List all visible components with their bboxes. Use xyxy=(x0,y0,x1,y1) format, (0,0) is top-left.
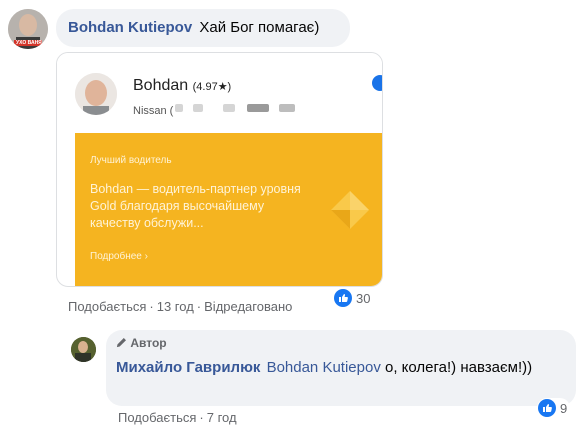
reaction-count: 9 xyxy=(560,400,568,416)
blue-badge-icon xyxy=(372,75,382,91)
reply-author[interactable]: Михайло Гаврилюк xyxy=(116,359,260,376)
person-portrait-icon xyxy=(71,337,96,362)
blurred-plate xyxy=(279,104,295,112)
reaction-summary[interactable]: 9 xyxy=(537,398,571,418)
comment-bubble: Bohdan Kutiepov Хай Бог помагає) xyxy=(56,9,350,47)
attached-image[interactable]: Bohdan (4.97★) Nissan ( Лучший водитель … xyxy=(56,52,383,287)
edited-label[interactable]: Відредаговано xyxy=(204,299,292,314)
reaction-summary[interactable]: 30 xyxy=(333,288,374,308)
reply-body: Михайло Гаврилюк Bohdan Kutiepov о, коле… xyxy=(116,358,556,378)
avatar-caption: УХО ВАНЯ xyxy=(16,40,42,46)
like-icon xyxy=(334,289,352,307)
driver-car: Nissan ( xyxy=(133,105,174,117)
badge-description: Bohdan — водитель-партнер уровня Gold бл… xyxy=(90,182,301,230)
driver-name: Bohdan xyxy=(133,77,189,94)
author-badge: Автор xyxy=(130,336,167,350)
reaction-count: 30 xyxy=(356,290,371,306)
blurred-plate xyxy=(223,104,235,112)
driver-rating: (4.97★) xyxy=(192,81,232,93)
gold-diamond-icon xyxy=(331,191,369,229)
comment-text: Хай Бог помагає) xyxy=(199,19,320,36)
badge-title: Лучший водитель xyxy=(90,155,172,166)
blurred-plate xyxy=(193,104,203,112)
best-driver-banner: Лучший водитель Bohdan — водитель-партне… xyxy=(75,133,382,286)
blurred-plate xyxy=(175,104,183,112)
like-link[interactable]: Подобається xyxy=(68,299,146,314)
reply-time[interactable]: 7 год xyxy=(207,410,237,425)
more-link[interactable]: Подробнее › xyxy=(90,251,148,262)
reply-text: о, колега!) навзаєм!)) xyxy=(385,359,533,376)
driver-avatar xyxy=(75,73,117,115)
commenter-avatar[interactable]: УХО ВАНЯ xyxy=(8,9,48,49)
comment-author[interactable]: Bohdan Kutiepov xyxy=(68,19,192,36)
reply-actions: Подобається · 7 год xyxy=(118,410,237,425)
like-icon xyxy=(538,399,556,417)
reply-bubble: Автор Михайло Гаврилюк Bohdan Kutiepov о… xyxy=(106,330,576,406)
driver-photo-icon xyxy=(75,73,117,115)
driver-header: Bohdan (4.97★) Nissan ( xyxy=(57,53,382,133)
pencil-icon xyxy=(116,338,126,348)
reply-mention[interactable]: Bohdan Kutiepov xyxy=(267,359,381,376)
blurred-plate xyxy=(247,104,269,112)
comment-actions: Подобається · 13 год · Відредаговано xyxy=(68,299,293,314)
like-link[interactable]: Подобається xyxy=(118,410,196,425)
reply-avatar[interactable] xyxy=(71,337,96,362)
comment-time[interactable]: 13 год xyxy=(157,299,194,314)
